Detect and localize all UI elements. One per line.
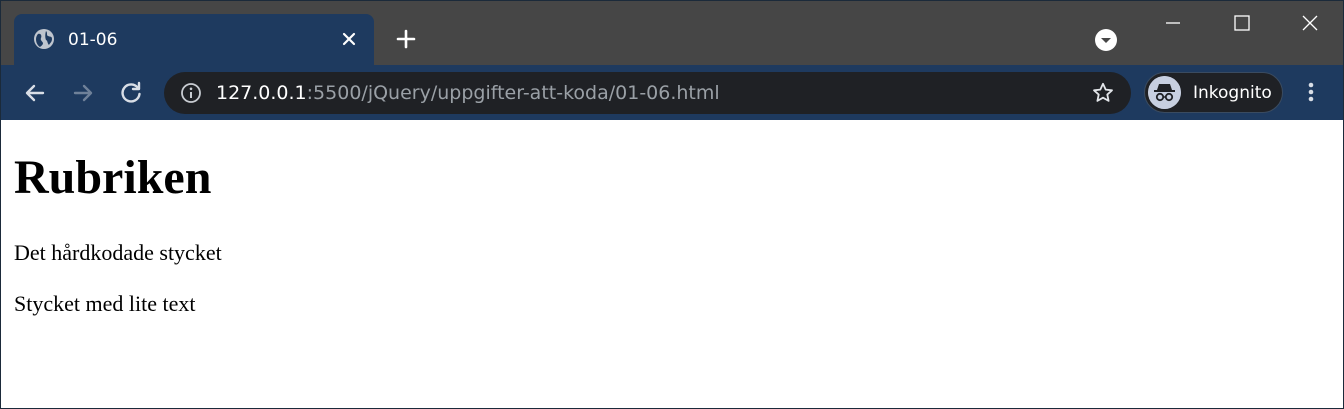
- incognito-icon: [1148, 76, 1181, 109]
- forward-arrow-icon[interactable]: [69, 79, 97, 107]
- back-arrow-icon[interactable]: [21, 79, 49, 107]
- browser-window: 01-06 127.0.0.1:5500/jQuery/uppgifter-at…: [0, 0, 1344, 409]
- paragraph-text: Stycket med lite text: [14, 291, 196, 316]
- tab-active[interactable]: 01-06: [14, 14, 374, 65]
- paragraph-hardcoded: Det hårdkodade stycket: [14, 240, 222, 265]
- kebab-menu-icon[interactable]: [1298, 78, 1324, 106]
- tab-search-icon[interactable]: [1094, 28, 1118, 52]
- browser-toolbar: 127.0.0.1:5500/jQuery/uppgifter-att-koda…: [1, 65, 1343, 120]
- reload-icon[interactable]: [117, 79, 145, 107]
- address-bar[interactable]: 127.0.0.1:5500/jQuery/uppgifter-att-koda…: [164, 72, 1131, 114]
- minimize-icon[interactable]: [1161, 11, 1185, 35]
- incognito-profile-button[interactable]: Inkognito: [1144, 72, 1283, 113]
- info-icon[interactable]: [180, 82, 202, 104]
- bookmark-star-icon[interactable]: [1091, 81, 1115, 105]
- window-close-icon[interactable]: [1298, 11, 1322, 35]
- maximize-icon[interactable]: [1230, 11, 1254, 35]
- url-text[interactable]: 127.0.0.1:5500/jQuery/uppgifter-att-koda…: [216, 82, 720, 104]
- incognito-label: Inkognito: [1193, 83, 1272, 103]
- url-host: 127.0.0.1: [216, 82, 307, 104]
- close-tab-icon[interactable]: [339, 29, 359, 49]
- new-tab-plus-icon[interactable]: [394, 27, 418, 51]
- tab-title: 01-06: [68, 30, 118, 50]
- globe-icon: [34, 29, 54, 49]
- tab-strip: 01-06: [1, 1, 1343, 65]
- page-content: Rubriken Det hårdkodade stycket Stycket …: [1, 120, 1343, 408]
- page-heading: Rubriken: [14, 151, 212, 204]
- url-path: :5500/jQuery/uppgifter-att-koda/01-06.ht…: [306, 82, 720, 104]
